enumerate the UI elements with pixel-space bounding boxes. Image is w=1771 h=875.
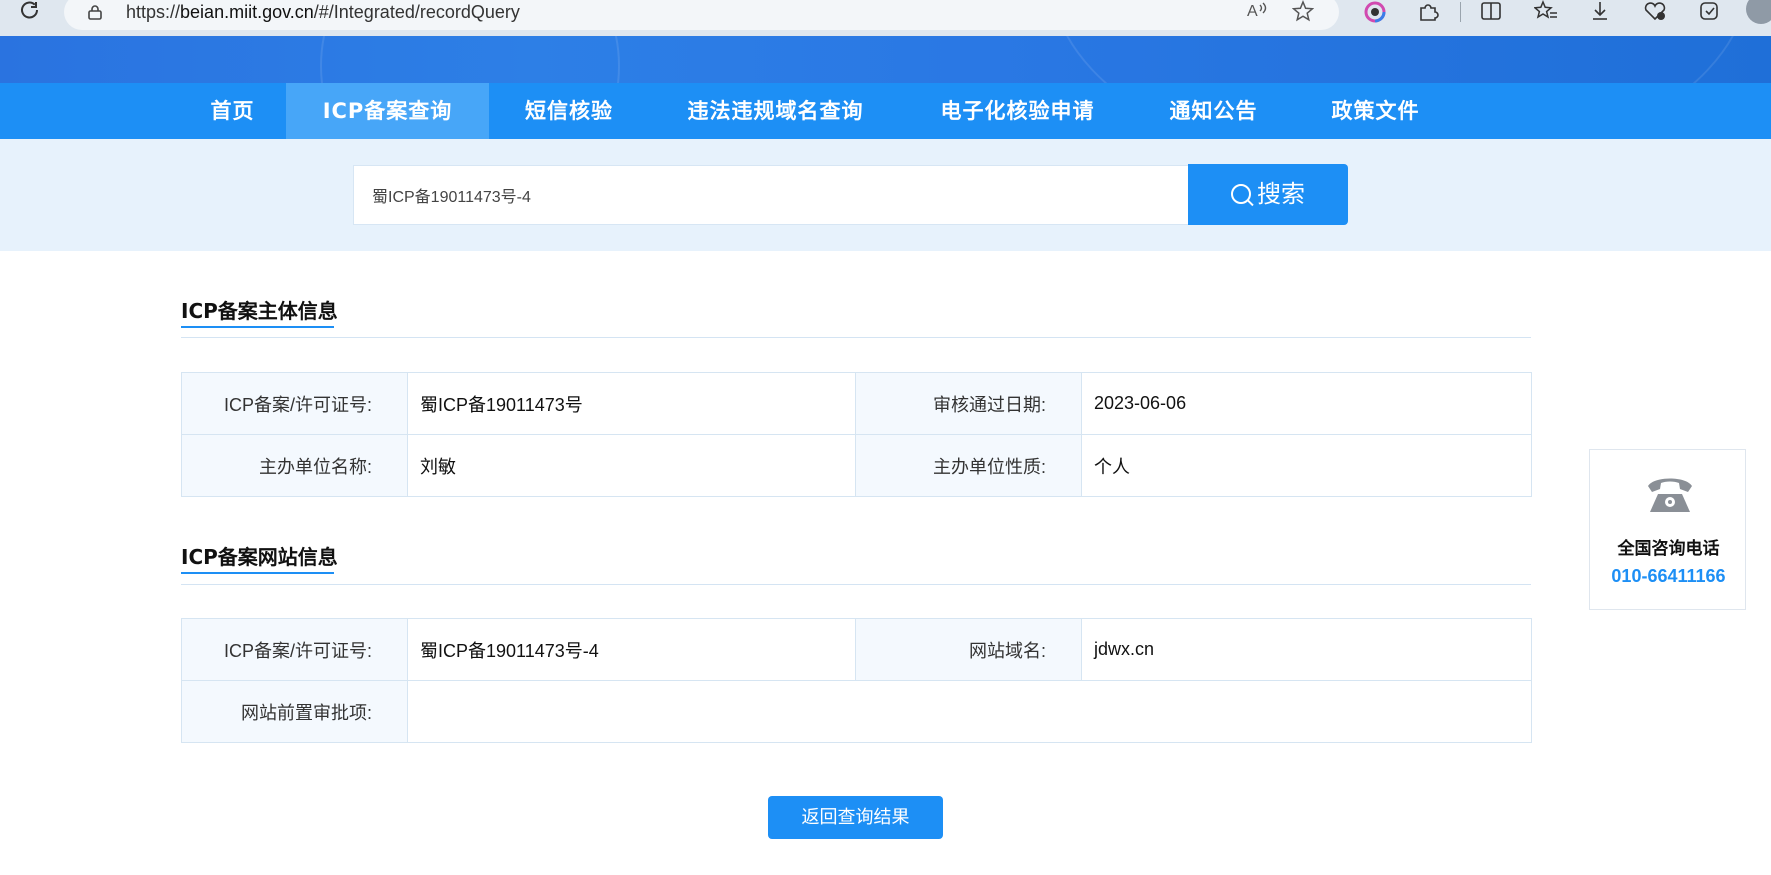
field-label: ICP备案/许可证号: [181,372,408,435]
split-screen-icon[interactable] [1476,0,1506,26]
table-row: ICP备案/许可证号: 蜀ICP备19011473号-4 网站域名: jdwx.… [181,618,1532,681]
field-value: 刘敏 [407,434,856,497]
table-row: ICP备案/许可证号: 蜀ICP备19011473号 审核通过日期: 2023-… [181,372,1532,435]
nav-item-home[interactable]: 首页 [180,83,285,139]
field-label: 审核通过日期: [855,372,1082,435]
address-bar[interactable]: https://beian.miit.gov.cn/#/Integrated/r… [64,0,1339,30]
section-underline [181,326,334,328]
copilot-icon[interactable] [1694,0,1724,26]
field-value [407,680,1532,743]
search-icon [1231,184,1251,204]
field-label: 网站域名: [855,618,1082,681]
svg-text:A: A [1247,3,1258,20]
banner-decoration [1050,36,1750,83]
subject-info-table: ICP备案/许可证号: 蜀ICP备19011473号 审核通过日期: 2023-… [181,372,1532,497]
field-label: 主办单位性质: [855,434,1082,497]
search-input[interactable] [353,165,1188,225]
nav-item-electronic-verify[interactable]: 电子化核验申请 [920,83,1115,139]
field-label: 网站前置审批项: [181,680,408,743]
search-area: 搜索 [0,139,1771,251]
main-nav: 首页 ICP备案查询 短信核验 违法违规域名查询 电子化核验申请 通知公告 政策… [0,83,1771,139]
nav-item-notices[interactable]: 通知公告 [1155,83,1272,139]
toolbar-separator [1460,2,1461,22]
field-value: jdwx.cn [1081,618,1532,681]
contact-widget[interactable]: 全国咨询电话 010-66411166 [1589,449,1746,610]
table-row: 网站前置审批项: [181,680,1532,743]
browser-essentials-icon[interactable] [1360,0,1390,26]
url-host: beian.miit.gov.cn [180,2,314,22]
website-info-table: ICP备案/许可证号: 蜀ICP备19011473号-4 网站域名: jdwx.… [181,618,1532,743]
section-underline [181,572,334,574]
refresh-icon[interactable] [16,0,44,26]
table-row: 主办单位名称: 刘敏 主办单位性质: 个人 [181,434,1532,497]
health-icon[interactable] [1640,0,1670,26]
search-button-label: 搜索 [1257,180,1305,208]
banner-decoration [320,36,620,83]
nav-item-icp-query[interactable]: ICP备案查询 [286,83,489,139]
back-to-results-button[interactable]: 返回查询结果 [768,796,943,839]
nav-item-sms-verify[interactable]: 短信核验 [505,83,633,139]
telephone-icon [1644,472,1696,516]
contact-label: 全国咨询电话 [1617,539,1720,559]
url-path: /#/Integrated/recordQuery [313,2,520,22]
search-button[interactable]: 搜索 [1188,164,1348,225]
extensions-icon[interactable] [1413,0,1443,26]
contact-phone-number: 010-66411166 [1611,566,1726,586]
favorites-icon[interactable] [1531,0,1561,26]
url-prefix: https:// [126,2,181,22]
url-text[interactable]: https://beian.miit.gov.cn/#/Integrated/r… [126,2,520,23]
field-label: ICP备案/许可证号: [181,618,408,681]
downloads-icon[interactable] [1585,0,1615,26]
nav-item-policy-docs[interactable]: 政策文件 [1317,83,1434,139]
field-value: 蜀ICP备19011473号 [407,372,856,435]
field-value: 2023-06-06 [1081,372,1532,435]
field-label: 主办单位名称: [181,434,408,497]
field-value: 个人 [1081,434,1532,497]
header-banner [0,36,1771,83]
field-value: 蜀ICP备19011473号-4 [407,618,856,681]
lock-icon[interactable] [88,4,102,20]
section-title-website: ICP备案网站信息 [181,545,338,569]
favorite-star-icon[interactable] [1290,0,1316,24]
browser-toolbar: https://beian.miit.gov.cn/#/Integrated/r… [0,0,1771,36]
section-title-subject: ICP备案主体信息 [181,299,338,323]
section-divider [181,584,1531,585]
read-aloud-icon[interactable]: A [1244,0,1270,24]
profile-avatar[interactable] [1746,0,1771,24]
nav-item-illegal-domain-query[interactable]: 违法违规域名查询 [672,83,879,139]
section-divider [181,337,1531,338]
